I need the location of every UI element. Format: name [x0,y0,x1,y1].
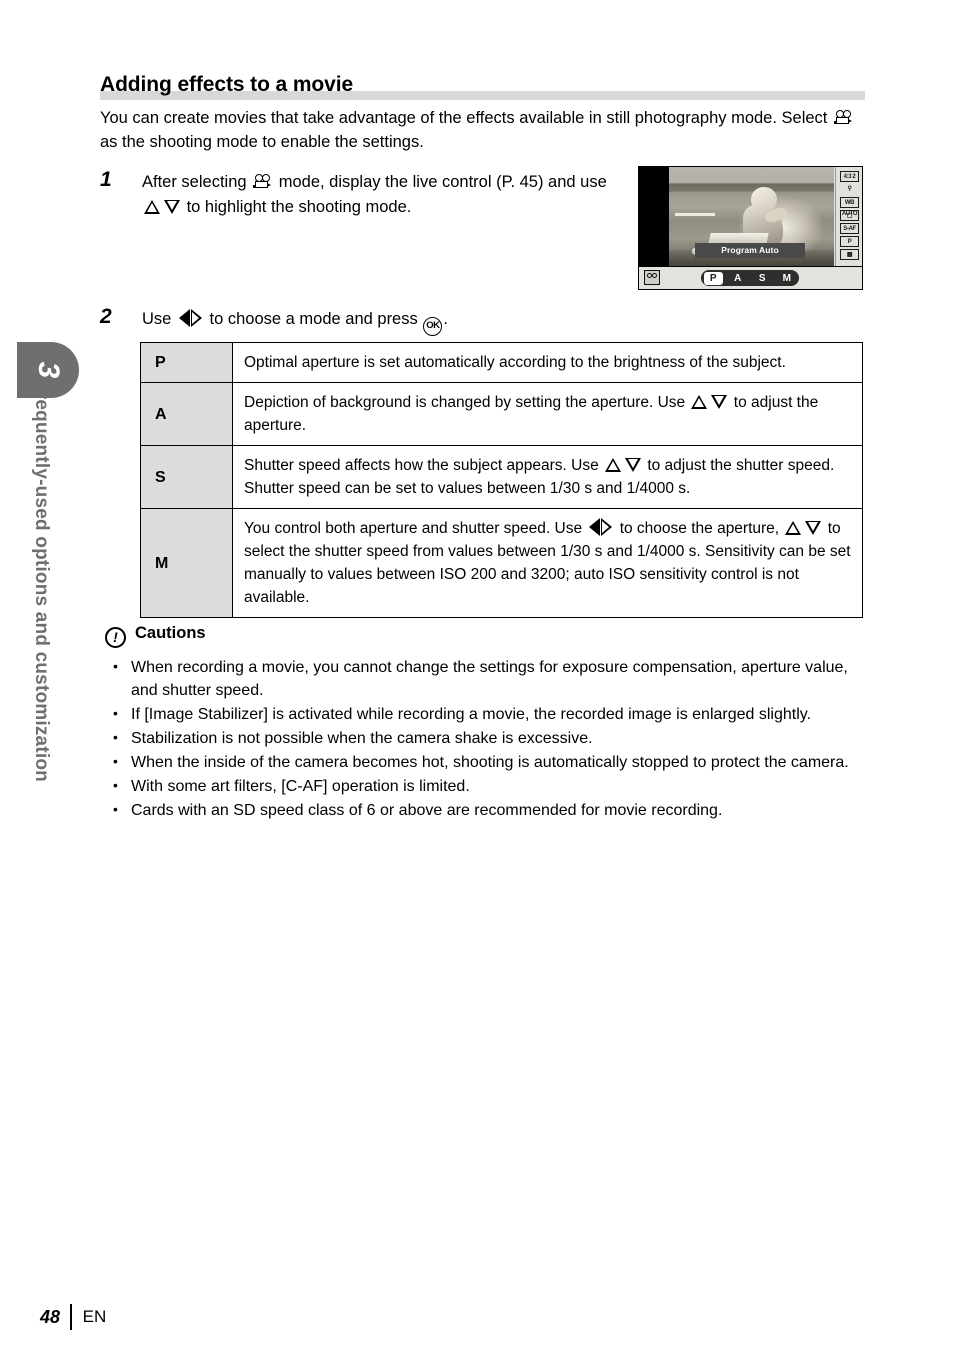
step-1-number: 1 [100,168,112,191]
list-item: When the inside of the camera becomes ho… [105,750,865,774]
mode-desc-a-text-a: Depiction of background is changed by se… [244,394,690,411]
mode-desc-a: Depiction of background is changed by se… [232,382,863,446]
chapter-title: Frequently-used options and customizatio… [31,380,52,782]
movie-mode-icon [833,110,853,126]
ok-button-icon: OK [423,317,443,336]
arrow-down-icon [164,200,180,214]
mode-desc-s-text-a: Shutter speed affects how the subject ap… [244,457,604,474]
exclamation-circle-icon: ! [105,627,126,648]
lcd-mode-m[interactable]: M [777,272,796,285]
table-row: M You control both aperture and shutter … [140,508,863,618]
lcd-black-band [639,167,669,266]
page-number: 48 [40,1306,61,1327]
camera-lcd-figure: Program Auto 4:3 2 ⚲ WB AUTO ▢ S-AF P ▩ … [638,166,863,290]
mode-key-p: P [140,342,233,383]
page-title: Adding effects to a movie [100,73,354,96]
table-row: P Optimal aperture is set automatically … [140,342,863,383]
shooting-mode-icon[interactable]: P [840,236,859,247]
arrow-up-icon [691,395,708,409]
mode-key-s: S [140,445,233,509]
mode-desc-p-text: Optimal aperture is set automatically ac… [244,354,786,371]
list-item: Cards with an SD speed class of 6 or abo… [105,798,865,822]
intro-text-b: as the shooting mode to enable the setti… [100,133,424,151]
drive-mode-icon[interactable]: ▢ [840,210,859,221]
lcd-mode-s[interactable]: S [753,272,772,285]
mode-key-a: A [140,382,233,446]
arrow-left-icon [178,309,190,327]
table-row: S Shutter speed affects how the subject … [140,445,863,509]
section-heading: Adding effects to a movie [100,72,865,100]
intro-text-a: You can create movies that take advantag… [100,109,832,127]
mode-desc-m-text-a: You control both aperture and shutter sp… [244,520,587,537]
step-1-text-c: to highlight the shooting mode. [182,198,412,216]
cautions-list: When recording a movie, you cannot chang… [105,655,865,822]
step-2-text-b: to choose a mode and press [204,310,423,328]
step-1-text-b: mode, display the live control (P. 45) a… [274,173,607,191]
step-2-text-c: . [443,310,448,328]
arrow-right-icon [190,309,202,327]
arrow-left-icon [589,518,601,536]
table-row: A Depiction of background is changed by … [140,382,863,446]
white-balance-auto-icon[interactable]: WB AUTO [840,197,859,217]
arrow-down-icon [711,395,728,409]
image-aspect-icon[interactable]: 4:3 2 [840,171,859,182]
lcd-mode-a[interactable]: A [728,272,747,285]
mode-desc-p: Optimal aperture is set automatically ac… [232,342,863,383]
cautions-block: ! Cautions When recording a movie, you ca… [105,624,865,823]
page-footer: 48 EN [40,1304,106,1330]
cautions-heading: ! Cautions [105,624,865,648]
list-item: When recording a movie, you cannot chang… [105,655,865,702]
movie-mode-icon [253,174,272,190]
lcd-mode-label: Program Auto [695,243,805,258]
intro-paragraph: You can create movies that take advantag… [100,106,860,154]
arrow-right-icon [601,518,613,536]
movie-record-icon[interactable] [644,270,660,285]
arrow-up-icon [785,521,802,535]
footer-language: EN [82,1307,107,1326]
cautions-heading-text: Cautions [135,624,206,642]
af-mode-icon[interactable]: S-AF [840,223,859,234]
image-quality-icon[interactable]: ▩ [840,249,859,260]
arrow-up-icon [144,200,160,214]
arrow-down-icon [805,521,822,535]
lcd-mode-p[interactable]: P [703,271,723,285]
step-1-text-a: After selecting [142,173,252,191]
step-2-number: 2 [100,305,112,328]
list-item: With some art filters, [C-AF] operation … [105,774,865,798]
arrow-up-icon [605,458,622,472]
step-1-text: After selecting mode, display the live c… [142,170,620,220]
lcd-mode-selector[interactable]: P A S M [701,270,799,286]
mode-desc-m-text-b: to choose the aperture, [615,520,784,537]
step-2-text: Use to choose a mode and press OK. [142,307,448,336]
arrow-down-icon [625,458,642,472]
art-filter-icon[interactable]: ⚲ [840,184,859,195]
mode-desc-m: You control both aperture and shutter sp… [232,508,863,618]
lcd-bottom-bar: P A S M [639,266,862,289]
list-item: Stabilization is not possible when the c… [105,726,865,750]
step-2-text-a: Use [142,310,176,328]
shooting-mode-table: P Optimal aperture is set automatically … [140,342,863,618]
mode-key-m: M [140,508,233,618]
list-item: If [Image Stabilizer] is activated while… [105,702,865,726]
mode-desc-s: Shutter speed affects how the subject ap… [232,445,863,509]
lcd-live-control-panel[interactable]: 4:3 2 ⚲ WB AUTO ▢ S-AF P ▩ [835,167,862,266]
